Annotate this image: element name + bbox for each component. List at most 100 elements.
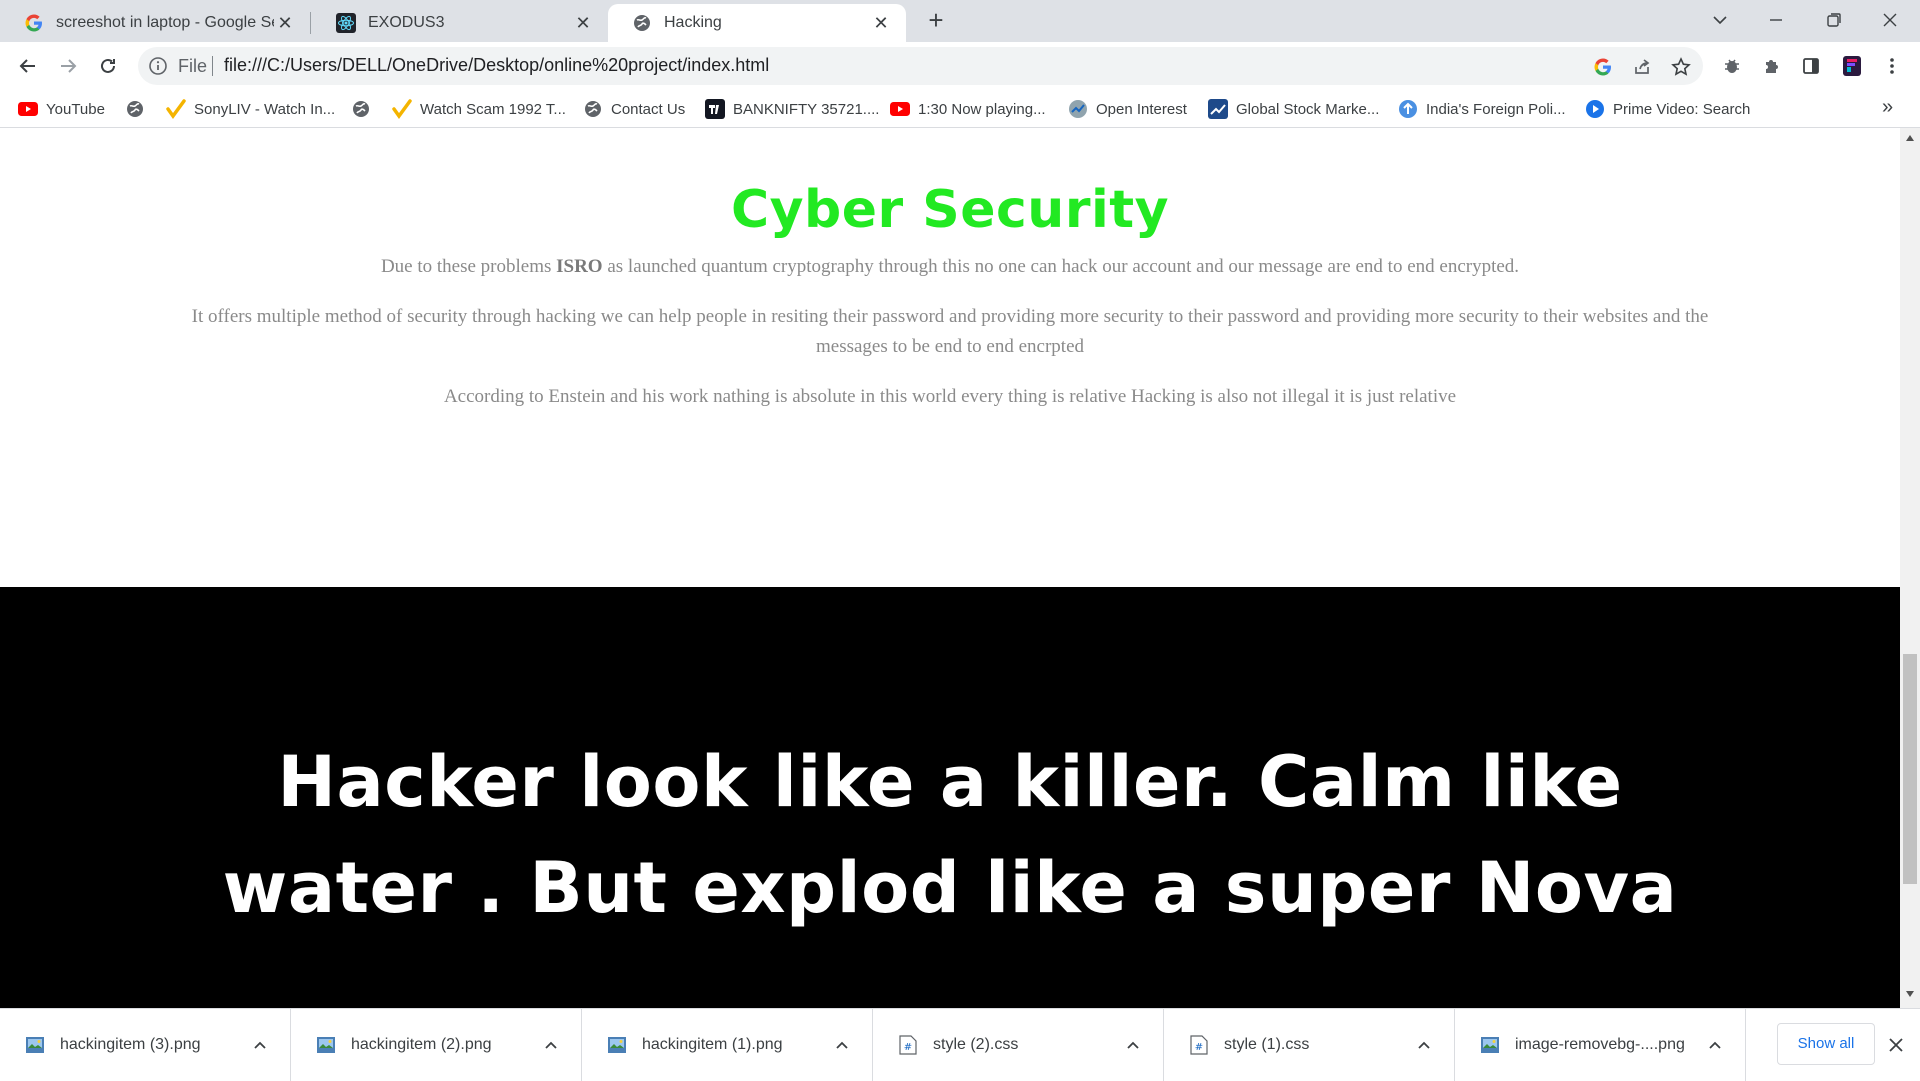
back-button[interactable]	[12, 50, 44, 82]
close-window-button[interactable]	[1862, 0, 1918, 40]
google-icon	[24, 13, 44, 33]
menu-icon[interactable]	[1878, 52, 1906, 80]
chevron-up-icon[interactable]	[1410, 1040, 1438, 1050]
download-filename: hackingitem (1).png	[642, 1036, 783, 1053]
download-item[interactable]: image-removebg-....png	[1455, 1009, 1746, 1081]
bookmark-foreign-policy[interactable]: India's Foreign Poli...	[1398, 98, 1566, 120]
bookmark-label: Open Interest	[1096, 100, 1187, 118]
download-filename: image-removebg-....png	[1515, 1036, 1685, 1053]
play-icon	[1585, 99, 1605, 119]
chevron-up-icon[interactable]	[1119, 1040, 1147, 1050]
close-icon[interactable]: ✕	[274, 13, 296, 34]
page-scrollbar[interactable]	[1900, 128, 1920, 1008]
globe-icon	[125, 99, 145, 119]
upload-icon	[1398, 99, 1418, 119]
page-viewport: Cyber Security Due to these problems ISR…	[0, 128, 1900, 1008]
bookmark-label: Prime Video: Search	[1613, 100, 1751, 118]
url-text[interactable]: file:///C:/Users/DELL/OneDrive/Desktop/o…	[224, 55, 769, 76]
tab-search-button[interactable]	[1692, 0, 1748, 40]
bookmark-label: Watch Scam 1992 T...	[420, 100, 566, 118]
stock-icon	[1208, 99, 1228, 119]
download-item[interactable]: hackingitem (1).png	[582, 1009, 873, 1081]
paragraph-relative: According to Enstein and his work nathin…	[443, 386, 1457, 407]
download-filename: hackingitem (2).png	[351, 1036, 492, 1053]
bookmark-globe[interactable]	[125, 98, 153, 120]
downloads-shelf: hackingitem (3).png hackingitem (2).png …	[0, 1008, 1920, 1081]
show-all-button[interactable]: Show all	[1777, 1023, 1875, 1065]
image-file-icon	[1479, 1034, 1501, 1056]
css-file-icon: #	[897, 1034, 919, 1056]
tab-hacking[interactable]: Hacking ✕	[608, 4, 906, 42]
bookmark-global-stock[interactable]: Global Stock Marke...	[1208, 98, 1379, 120]
bookmark-label: India's Foreign Poli...	[1426, 100, 1566, 118]
forward-button[interactable]	[52, 50, 84, 82]
minimize-button[interactable]	[1748, 0, 1804, 40]
check-icon	[166, 99, 186, 119]
chevron-up-icon[interactable]	[246, 1040, 274, 1050]
address-bar[interactable]: File file:///C:/Users/DELL/OneDrive/Desk…	[138, 47, 1703, 85]
bookmark-sonyliv[interactable]: SonyLIV - Watch In...	[166, 98, 335, 120]
chevron-up-icon[interactable]	[828, 1040, 856, 1050]
minimize-icon	[1770, 19, 1782, 21]
bookmarks-overflow-button[interactable]: »	[1882, 96, 1893, 119]
close-icon[interactable]	[1884, 1033, 1908, 1057]
paragraph-security: It offers multiple method of security th…	[191, 306, 1709, 357]
chevron-down-icon	[1713, 16, 1727, 25]
info-icon[interactable]	[148, 56, 168, 81]
side-panel-icon[interactable]	[1797, 52, 1825, 80]
bookmark-now-playing[interactable]: 1:30 Now playing...	[890, 98, 1046, 120]
download-item[interactable]: hackingitem (3).png	[0, 1009, 291, 1081]
paragraph-text: Due to these problems	[380, 256, 557, 277]
download-filename: hackingitem (3).png	[60, 1036, 201, 1053]
bookmark-label: Global Stock Marke...	[1236, 100, 1380, 118]
bookmark-scam-1992[interactable]: Watch Scam 1992 T...	[392, 98, 566, 120]
bug-extension-icon[interactable]	[1718, 52, 1746, 80]
bookmark-banknifty[interactable]: BANKNIFTY 35721....	[705, 98, 879, 120]
download-item[interactable]: hackingitem (2).png	[291, 1009, 582, 1081]
css-file-icon: #	[1188, 1034, 1210, 1056]
scrollbar-thumb[interactable]	[1903, 654, 1917, 884]
reload-button[interactable]	[92, 50, 124, 82]
svg-text:#: #	[904, 1042, 912, 1053]
google-icon[interactable]	[1590, 54, 1616, 80]
close-icon[interactable]: ✕	[572, 13, 594, 34]
paragraph-isro: Due to these problems ISRO as launched q…	[160, 252, 1740, 282]
bookmark-label: BANKNIFTY 35721....	[733, 100, 880, 118]
bookmark-contact-us[interactable]: Contact Us	[583, 98, 685, 120]
image-file-icon	[315, 1034, 337, 1056]
tab-exodus[interactable]: EXODUS3 ✕	[312, 4, 608, 42]
quote-section: Hacker look like a killer. Calm like wat…	[0, 587, 1900, 1008]
scheme-label: File	[178, 56, 208, 76]
chevron-up-icon[interactable]	[1701, 1040, 1729, 1050]
check-icon	[392, 99, 412, 119]
divider	[212, 56, 213, 76]
tab-separator	[310, 12, 311, 34]
chevron-up-icon[interactable]	[537, 1040, 565, 1050]
bookmark-open-interest[interactable]: Open Interest	[1068, 98, 1187, 120]
tradingview-icon	[705, 99, 725, 119]
close-icon[interactable]: ✕	[870, 13, 892, 34]
puzzle-icon[interactable]	[1758, 52, 1786, 80]
tab-strip: screeshot in laptop - Google Sear ✕ EXOD…	[0, 0, 1920, 42]
browser-toolbar: File file:///C:/Users/DELL/OneDrive/Desk…	[0, 42, 1920, 90]
star-icon[interactable]	[1668, 54, 1694, 80]
scroll-up-arrow-icon[interactable]	[1905, 134, 1915, 142]
new-tab-button[interactable]: +	[922, 6, 950, 36]
bookmark-globe[interactable]	[351, 98, 379, 120]
bookmark-prime-video[interactable]: Prime Video: Search	[1585, 98, 1750, 120]
chart-icon	[1068, 99, 1088, 119]
scroll-down-arrow-icon[interactable]	[1905, 990, 1915, 998]
section-heading: Cyber Security	[730, 180, 1170, 240]
bookmark-label: SonyLIV - Watch In...	[194, 100, 336, 118]
globe-icon	[583, 99, 603, 119]
share-icon[interactable]	[1629, 54, 1655, 80]
react-icon	[336, 13, 356, 33]
image-file-icon	[606, 1034, 628, 1056]
tab-google-search[interactable]: screeshot in laptop - Google Sear ✕	[0, 4, 310, 42]
profile-avatar[interactable]	[1838, 52, 1866, 80]
restore-button[interactable]	[1806, 0, 1862, 40]
download-item[interactable]: # style (2).css	[873, 1009, 1164, 1081]
download-item[interactable]: # style (1).css	[1164, 1009, 1455, 1081]
bookmark-youtube[interactable]: YouTube	[18, 98, 105, 120]
restore-icon	[1827, 13, 1841, 27]
